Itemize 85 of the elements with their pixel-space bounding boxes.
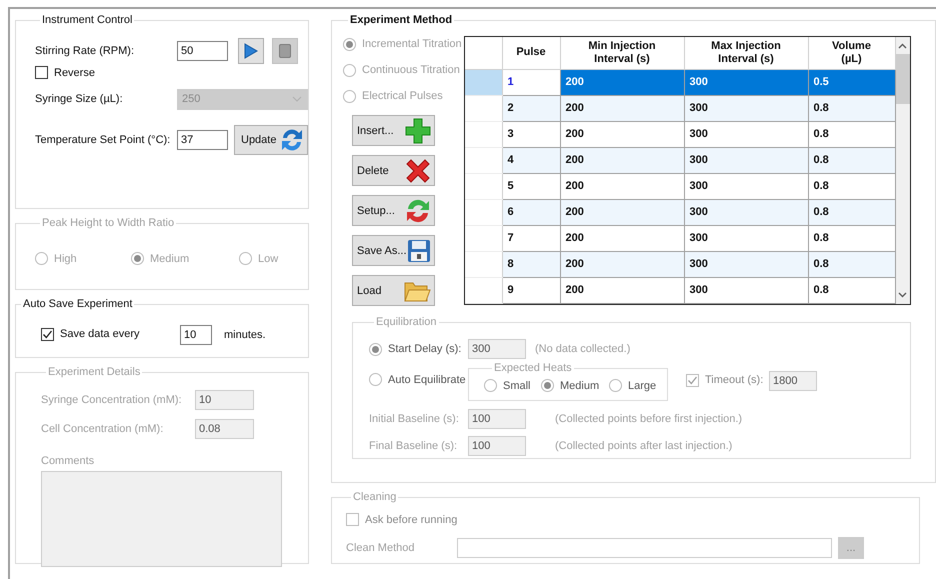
table-cell: 7 <box>502 225 560 252</box>
table-cell: 1 <box>502 69 560 96</box>
table-cell: 5 <box>502 173 560 200</box>
group-title: Experiment Details <box>47 365 142 379</box>
table-cell: 0.8 <box>808 147 895 174</box>
table-cell: 2 <box>502 95 560 122</box>
table-cell: 200 <box>560 199 684 226</box>
field-label: Comments <box>41 455 96 467</box>
input-field[interactable]: 37 <box>177 130 228 150</box>
table-cell: 4 <box>502 147 560 174</box>
table-cell: 200 <box>560 147 684 174</box>
hint-text: (No data collected.) <box>535 343 630 355</box>
table-cell: 0.5 <box>808 69 895 96</box>
table-cell: 200 <box>560 69 684 96</box>
field-label: Initial Baseline (s): <box>369 412 460 424</box>
table-cell: 300 <box>684 225 808 252</box>
field-label: Final Baseline (s): <box>369 440 458 452</box>
table-cell: 300 <box>684 121 808 148</box>
field-label: Clean Method <box>346 542 416 554</box>
column-header[interactable]: Max Injection Interval (s) <box>684 37 808 69</box>
group-title: Expected Heats <box>493 361 573 375</box>
table-cell: 3 <box>502 121 560 148</box>
checkbox[interactable]: Reverse <box>35 66 95 79</box>
scrollbar-thumb[interactable] <box>896 54 910 104</box>
table-cell: 200 <box>560 277 684 304</box>
action-button[interactable]: Setup... <box>352 195 435 226</box>
field-label: Syringe Size (µL): <box>35 93 124 105</box>
column-header[interactable]: Pulse <box>502 37 560 69</box>
table-cell: 0.8 <box>808 199 895 226</box>
checkmark-icon <box>42 328 53 340</box>
action-button[interactable]: Load <box>352 275 435 306</box>
table-cell: 0.8 <box>808 225 895 252</box>
column-header[interactable]: Min Injection Interval (s) <box>560 37 684 69</box>
table-cell: 0.8 <box>808 251 895 278</box>
field-label: Cell Concentration (mM): <box>41 423 164 435</box>
unit-label: minutes. <box>224 329 266 341</box>
table-cell: 300 <box>684 277 808 304</box>
table-cell: 200 <box>560 95 684 122</box>
table-cell: 9 <box>502 277 560 304</box>
table-cell: 0.8 <box>808 173 895 200</box>
scroll-down-icon[interactable] <box>898 292 908 298</box>
caret-icon <box>292 96 302 102</box>
action-button[interactable]: Save As... <box>352 235 435 266</box>
play-button[interactable] <box>238 38 264 64</box>
table-cell: 300 <box>684 69 808 96</box>
action-button[interactable]: Delete <box>352 155 435 186</box>
table-cell: 300 <box>684 251 808 278</box>
table-cell: 300 <box>684 95 808 122</box>
table-cell: 300 <box>684 147 808 174</box>
play-icon <box>244 43 258 59</box>
table-cell: 6 <box>502 199 560 226</box>
table-cell: 0.8 <box>808 277 895 304</box>
group-title: Instrument Control <box>41 13 134 27</box>
table-cell: 200 <box>560 121 684 148</box>
table-cell: 0.8 <box>808 95 895 122</box>
table-cell: 8 <box>502 251 560 278</box>
scroll-up-icon[interactable] <box>898 43 908 49</box>
group-title: Equilibration <box>375 315 438 329</box>
plus-icon <box>405 118 431 144</box>
hint-text: (Collected points after last injection.) <box>555 440 732 452</box>
table-cell: 300 <box>684 199 808 226</box>
group-title: Experiment Method <box>349 13 454 27</box>
group-title: Peak Height to Width Ratio <box>41 216 176 230</box>
checkbox[interactable]: Save data every <box>41 328 140 340</box>
table-cell: 200 <box>560 173 684 200</box>
update-button[interactable]: Update <box>234 125 308 155</box>
table-cell: 0.8 <box>808 121 895 148</box>
column-header[interactable]: Volume (µL) <box>808 37 895 69</box>
stop-icon <box>279 44 291 58</box>
field-label: Syringe Concentration (mM): <box>41 394 183 406</box>
input-field[interactable]: 50 <box>177 41 228 61</box>
input-field[interactable]: 10 <box>180 325 212 345</box>
field-label: Stirring Rate (RPM): <box>35 45 136 57</box>
group-title: Auto Save Experiment <box>22 297 134 311</box>
action-button[interactable]: Insert... <box>352 115 435 146</box>
hint-text: (Collected points before first injection.) <box>555 412 742 424</box>
scrollbar[interactable] <box>896 37 910 304</box>
delete-icon <box>405 158 431 184</box>
checkmark-icon <box>687 374 698 386</box>
refresh-icon <box>280 127 304 153</box>
table-cell: 200 <box>560 251 684 278</box>
group-title: Cleaning <box>352 490 398 504</box>
table-cell: 200 <box>560 225 684 252</box>
field-label: Temperature Set Point (°C): <box>35 134 172 146</box>
table-cell: 300 <box>684 173 808 200</box>
